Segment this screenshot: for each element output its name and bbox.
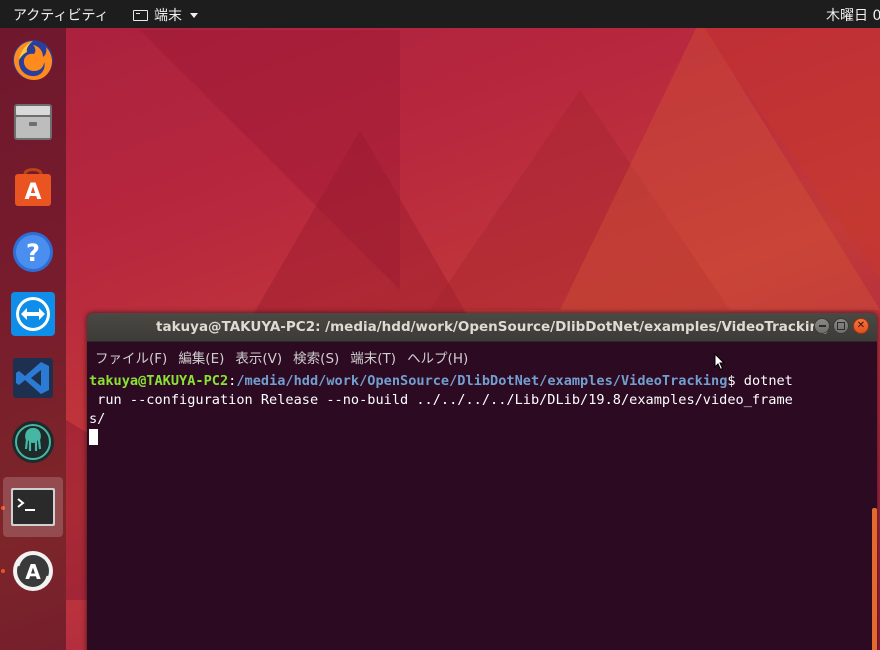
dock-item-terminal[interactable] (3, 477, 63, 537)
dock-item-gitkraken[interactable] (5, 414, 61, 470)
maximize-button[interactable] (833, 318, 849, 334)
terminal-window[interactable]: takuya@TAKUYA-PC2: /media/hdd/work/OpenS… (87, 313, 877, 650)
command-text: run --configuration Release --no-build .… (89, 392, 793, 408)
app-menu-label: 端末 (154, 8, 182, 24)
menu-edit[interactable]: 編集(E) (178, 347, 224, 367)
minimize-button[interactable] (814, 318, 830, 334)
mouse-pointer-icon (714, 353, 726, 371)
desktop: アクティビティ 端末 木曜日 0 A ? A takuya@TAKUYA-PC2… (0, 0, 880, 650)
text-cursor (89, 429, 98, 445)
svg-text:?: ? (26, 239, 40, 267)
terminal-menubar: ファイル(F) 編集(E) 表示(V) 検索(S) 端末(T) ヘルプ(H) (87, 342, 877, 372)
vscode-icon (13, 358, 53, 398)
clock[interactable]: 木曜日 0 (826, 5, 880, 25)
minimize-icon (818, 325, 826, 327)
software-updater-icon: A (13, 551, 53, 591)
help-icon: ? (13, 232, 53, 272)
gitkraken-icon (12, 421, 54, 463)
close-icon: ✕ (856, 320, 866, 331)
terminal-line: run --configuration Release --no-build .… (89, 391, 877, 410)
dock-item-files[interactable] (5, 94, 61, 150)
activities-button[interactable]: アクティビティ (13, 5, 109, 25)
maximize-icon (837, 322, 845, 330)
dock: A ? A (0, 28, 66, 650)
terminal-icon (11, 488, 55, 526)
command-text: dotnet (743, 373, 793, 389)
terminal-line: takuya@TAKUYA-PC2:/media/hdd/work/OpenSo… (89, 372, 877, 391)
dock-item-teamviewer[interactable] (5, 286, 61, 342)
menu-file[interactable]: ファイル(F) (95, 347, 167, 367)
command-text: s/ (89, 411, 106, 427)
menu-help[interactable]: ヘルプ(H) (407, 347, 468, 367)
terminal-line (89, 429, 877, 448)
dock-item-help[interactable]: ? (5, 224, 61, 280)
caret-down-icon (190, 12, 198, 18)
dock-item-vscode[interactable] (5, 350, 61, 406)
wallpaper-shape (700, 28, 880, 278)
menu-search[interactable]: 検索(S) (293, 347, 339, 367)
menu-view[interactable]: 表示(V) (235, 347, 282, 367)
terminal-line: s/ (89, 410, 877, 429)
window-titlebar[interactable]: takuya@TAKUYA-PC2: /media/hdd/work/OpenS… (87, 313, 877, 342)
svg-text:A: A (25, 560, 41, 584)
terminal-output[interactable]: takuya@TAKUYA-PC2:/media/hdd/work/OpenSo… (87, 372, 877, 448)
top-bar: アクティビティ 端末 木曜日 0 (0, 0, 880, 28)
prompt-symbol: $ (727, 373, 744, 389)
scrollbar-thumb[interactable] (872, 508, 877, 650)
firefox-icon (13, 40, 53, 80)
prompt-user: takuya@TAKUYA-PC2 (89, 373, 229, 389)
dock-item-software[interactable]: A (5, 158, 61, 214)
software-center-icon: A (15, 168, 51, 206)
teamviewer-icon (11, 292, 55, 336)
menu-terminal[interactable]: 端末(T) (350, 347, 396, 367)
dock-item-software-updater[interactable]: A (5, 543, 61, 599)
files-icon (14, 104, 52, 140)
prompt-path: /media/hdd/work/OpenSource/DlibDotNet/ex… (236, 373, 728, 389)
app-menu-button[interactable]: 端末 (133, 5, 198, 25)
terminal-small-icon (133, 9, 148, 21)
dock-item-firefox[interactable] (5, 32, 61, 88)
svg-text:A: A (24, 180, 41, 205)
window-title: takuya@TAKUYA-PC2: /media/hdd/work/OpenS… (156, 319, 829, 335)
close-button[interactable]: ✕ (853, 318, 869, 334)
